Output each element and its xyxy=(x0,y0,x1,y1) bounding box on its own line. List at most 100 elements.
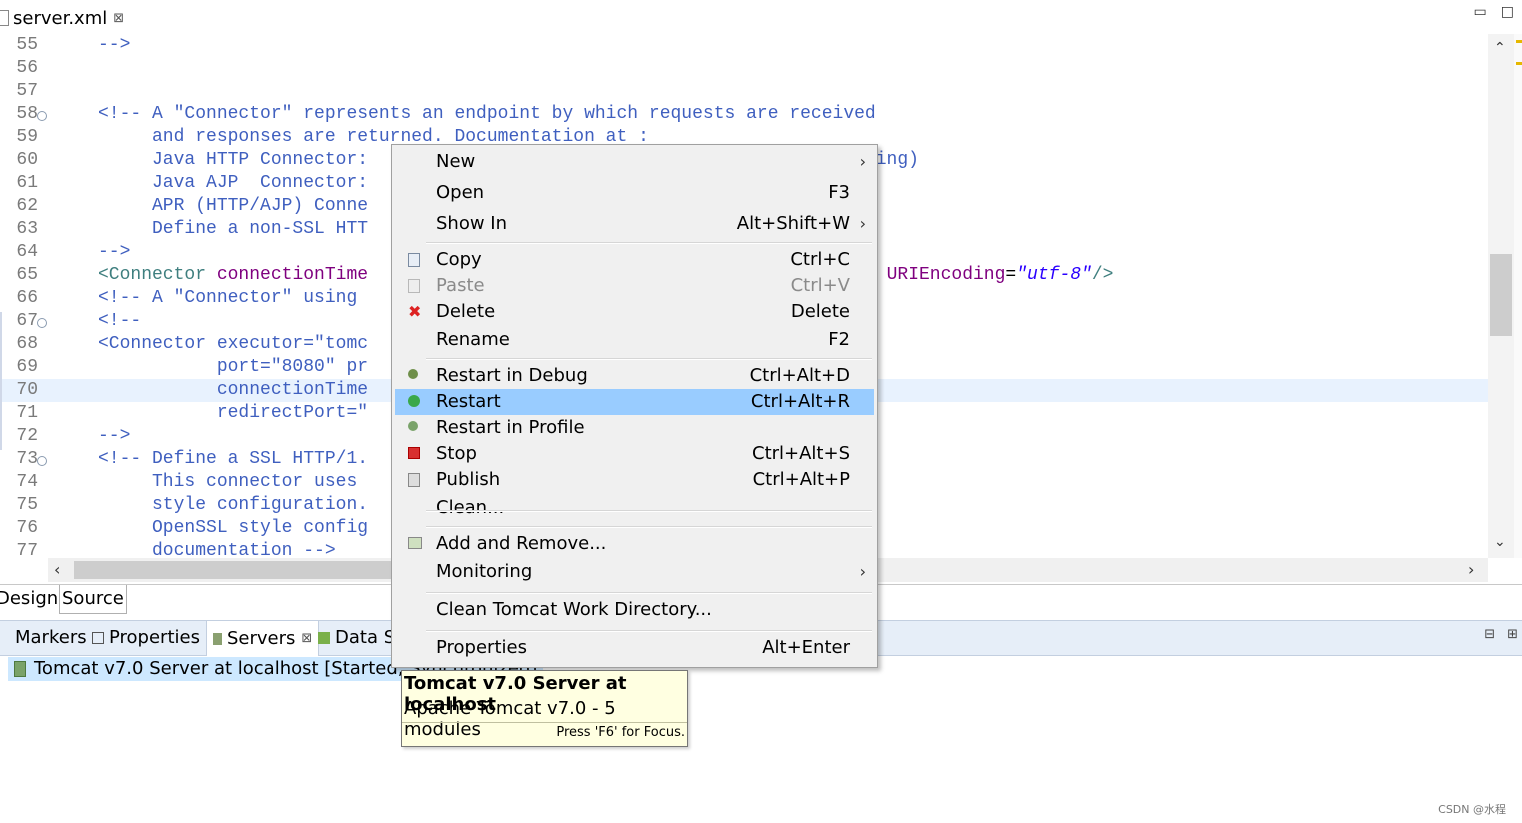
menu-item-new[interactable]: New › xyxy=(395,149,874,175)
publish-icon xyxy=(408,473,420,487)
menu-item-rename[interactable]: Rename F2 xyxy=(395,327,874,353)
warning-marker[interactable] xyxy=(1516,62,1522,65)
menu-item-label: Copy xyxy=(436,249,482,270)
menu-item-monitoring[interactable]: Monitoring › xyxy=(395,559,874,585)
code-text: APR (HTTP/AJP) Conne xyxy=(98,195,368,218)
menu-item-publish[interactable]: Publish Ctrl+Alt+P xyxy=(395,467,874,493)
menu-item-shortcut: Ctrl+Alt+D xyxy=(749,365,850,386)
code-line[interactable]: 57 xyxy=(0,80,1488,103)
code-line[interactable]: 55 --> xyxy=(0,34,1488,57)
code-text: --> xyxy=(98,34,130,57)
menu-item-shortcut: Alt+Shift+W xyxy=(736,213,850,234)
fold-toggle-icon[interactable] xyxy=(37,318,47,328)
code-text: Java AJP Connector: xyxy=(98,172,368,195)
menu-item-label: Show In xyxy=(436,213,508,234)
change-ruler xyxy=(0,312,2,450)
menu-item-restart[interactable]: Restart Ctrl+Alt+R xyxy=(395,389,874,415)
line-number: 58 xyxy=(16,104,38,124)
fold-toggle-icon[interactable] xyxy=(37,111,47,121)
menu-separator xyxy=(426,592,872,594)
view-menu-icon[interactable]: ⊞ xyxy=(1507,627,1518,642)
fold-toggle-icon[interactable] xyxy=(37,456,47,466)
add-remove-icon xyxy=(408,537,422,549)
code-text: redirectPort=" xyxy=(98,402,368,425)
line-number: 76 xyxy=(16,518,38,538)
line-number: 59 xyxy=(16,127,38,147)
menu-item-restart-in-profile[interactable]: Restart in Profile xyxy=(395,415,874,441)
menu-item-add-and-remove[interactable]: Add and Remove... xyxy=(395,531,874,557)
horizontal-scroll-thumb[interactable] xyxy=(74,561,404,579)
code-token: --> xyxy=(98,35,131,55)
code-token: --> xyxy=(98,426,131,446)
code-token: redirectPort=" xyxy=(98,403,369,423)
menu-item-restart-in-debug[interactable]: Restart in Debug Ctrl+Alt+D xyxy=(395,363,874,389)
server-tooltip: Tomcat v7.0 Server at localhost Apache T… xyxy=(401,670,688,747)
code-text: documentation --> xyxy=(98,540,336,558)
menu-item-label: Properties xyxy=(436,637,527,658)
line-number: 73 xyxy=(16,449,38,469)
menu-separator xyxy=(426,358,872,360)
menu-item-label: Rename xyxy=(436,329,510,350)
menu-item-clean-tomcat-work-directory[interactable]: Clean Tomcat Work Directory... xyxy=(395,597,874,623)
editor-tab-title: server.xml xyxy=(13,7,108,29)
minimize-view-icon[interactable]: ⊟ xyxy=(1484,627,1495,642)
editor-tab-server-xml[interactable]: server.xml ⊠ xyxy=(0,4,124,32)
code-token: = xyxy=(1005,265,1017,285)
code-text: connectionTime xyxy=(98,379,368,402)
scroll-left-icon[interactable]: ‹ xyxy=(54,560,60,579)
tab-design[interactable]: Design xyxy=(0,585,60,613)
menu-separator xyxy=(426,242,872,244)
tab-data-source[interactable]: Data S xyxy=(318,621,395,655)
menu-item-open[interactable]: Open F3 xyxy=(395,180,874,206)
scroll-right-icon[interactable]: › xyxy=(1468,560,1474,579)
menu-item-show-in[interactable]: Show In Alt+Shift+W › xyxy=(395,211,874,237)
overview-ruler[interactable] xyxy=(1514,34,1522,558)
markers-icon xyxy=(0,632,10,644)
line-number: 70 xyxy=(16,380,38,400)
code-token: <!-- A "Connector" represents an endpoin… xyxy=(98,104,876,124)
tab-properties[interactable]: Properties xyxy=(92,621,200,655)
tab-servers[interactable]: Servers ⊠ xyxy=(206,621,320,656)
menu-item-paste[interactable]: Paste Ctrl+V xyxy=(395,273,874,299)
scroll-up-icon[interactable]: ⌃ xyxy=(1494,40,1506,56)
menu-item-label: Clean... xyxy=(436,497,505,518)
code-token: /> xyxy=(1091,265,1114,285)
scroll-down-icon[interactable]: ⌄ xyxy=(1494,534,1506,550)
code-token: port="8080" pr xyxy=(98,357,369,377)
vertical-scrollbar[interactable]: ⌃ ⌄ xyxy=(1488,34,1514,558)
code-token: <!-- Define a SSL HTTP/1. xyxy=(98,449,369,469)
menu-item-clean[interactable]: Clean... xyxy=(395,495,874,521)
editor-tab-bar: server.xml ⊠ ▭ □ xyxy=(0,0,1522,34)
paste-icon xyxy=(408,279,420,293)
menu-item-copy[interactable]: Copy Ctrl+C xyxy=(395,247,874,273)
close-tab-icon[interactable]: ⊠ xyxy=(301,622,312,656)
line-number: 64 xyxy=(16,242,38,262)
menu-item-properties[interactable]: Properties Alt+Enter xyxy=(395,635,874,661)
properties-icon xyxy=(92,632,104,644)
menu-item-label: Delete xyxy=(436,301,496,322)
code-line[interactable]: 56 xyxy=(0,57,1488,80)
menu-separator xyxy=(426,526,872,528)
submenu-arrow-icon: › xyxy=(859,214,866,233)
xml-file-icon xyxy=(0,10,9,26)
tab-markers[interactable]: Markers xyxy=(0,621,87,655)
line-number: 67 xyxy=(16,311,38,331)
code-text: <!-- A "Connector" using xyxy=(98,287,357,310)
menu-item-delete[interactable]: ✖ Delete Delete xyxy=(395,299,874,325)
code-token: Define a non-SSL HTT xyxy=(98,219,369,239)
line-number: 74 xyxy=(16,472,38,492)
tab-markers-label: Markers xyxy=(15,627,87,648)
code-line[interactable]: 58 <!-- A "Connector" represents an endpo… xyxy=(0,103,1488,126)
menu-item-shortcut: Ctrl+C xyxy=(790,249,850,270)
vertical-scroll-thumb[interactable] xyxy=(1490,254,1512,336)
menu-item-label: Clean Tomcat Work Directory... xyxy=(436,599,712,620)
debug-icon xyxy=(408,369,418,379)
tab-source[interactable]: Source xyxy=(59,585,127,614)
line-number: 56 xyxy=(16,58,38,78)
warning-marker[interactable] xyxy=(1516,40,1522,43)
close-tab-icon[interactable]: ⊠ xyxy=(113,11,124,26)
menu-item-stop[interactable]: Stop Ctrl+Alt+S xyxy=(395,441,874,467)
maximize-icon[interactable]: □ xyxy=(1501,4,1514,20)
tooltip-hint: Press 'F6' for Focus. xyxy=(556,725,685,740)
minimize-icon[interactable]: ▭ xyxy=(1474,4,1487,20)
